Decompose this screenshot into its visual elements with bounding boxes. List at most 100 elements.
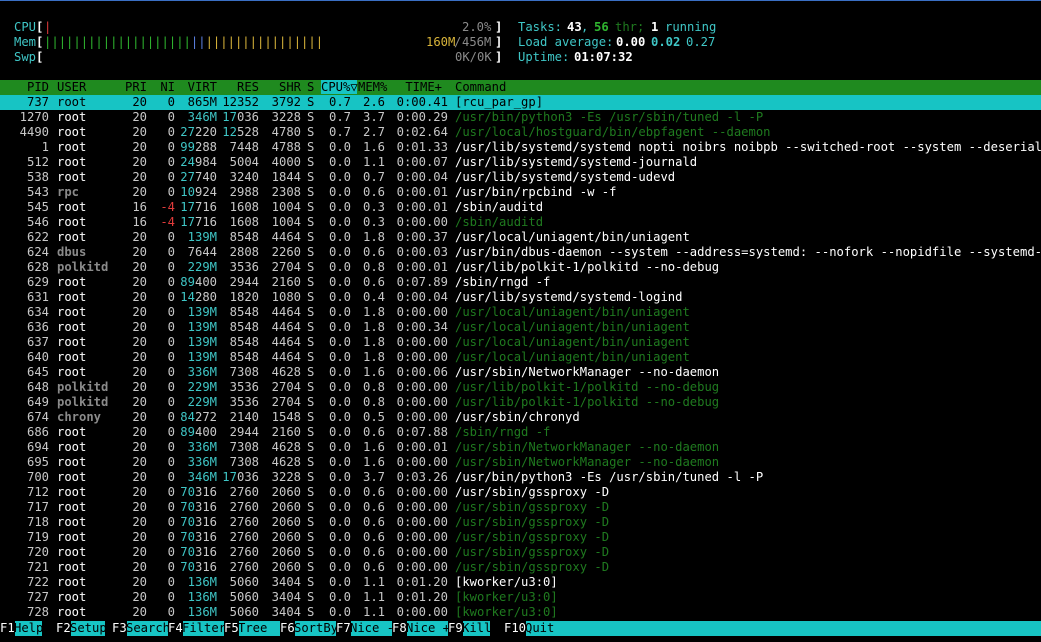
cell-virt: 99288	[180, 140, 217, 154]
cell-command: /usr/lib/polkit-1/polkitd --no-debug	[455, 380, 720, 394]
process-row[interactable]: 719 root 20 0 70316 2760 2060 S 0.0 0.6 0:00.00/us…	[0, 530, 1041, 545]
cell-res: 12352	[222, 95, 259, 109]
cell-shr: 4780	[271, 125, 301, 139]
cell-command: /usr/sbin/NetworkManager --no-daemon	[455, 455, 720, 469]
cell-ni: 0	[167, 380, 175, 394]
process-row[interactable]: 674 chrony 20 0 84272 2140 1548 S 0.0 0.5 0:00.00 /…	[0, 410, 1041, 425]
cell-pri: 20	[132, 185, 147, 199]
cell-ni: 0	[167, 545, 175, 559]
process-row[interactable]: 721 root 20 0 70316 2760 2060 S 0.0 0.6 0:00.00/us…	[0, 560, 1041, 575]
process-row[interactable]: 645 root 20 0 336M 7308 4628 S 0.0 1.6 0:00.06/usr…	[0, 365, 1041, 380]
fkey-tree-key[interactable]: F5	[224, 621, 239, 636]
fkey-tree-label[interactable]: Tree	[238, 621, 280, 636]
process-row[interactable]: 629 root 20 0 89400 2944 2160 S 0.0 0.6 0:07.89/sb…	[0, 275, 1041, 290]
col-state[interactable]: S	[307, 80, 314, 94]
cell-pid: 700	[26, 470, 49, 484]
cell-user: root	[57, 515, 87, 529]
process-row[interactable]: 631 root 20 0 14280 1820 1080 S 0.0 0.4 0:00.04/us…	[0, 290, 1041, 305]
cell-mem: 0.6	[362, 245, 385, 259]
fkey-setup-label[interactable]: Setup	[70, 621, 107, 636]
process-row[interactable]: 4490 root 20 0 27220 12528 4780 S 0.7 2.7 0:02.64 /…	[0, 125, 1041, 140]
cell-res: 3240	[229, 170, 259, 184]
fkey-nice-key[interactable]: F7	[336, 621, 351, 636]
fkey-nice-label[interactable]: Nice +	[406, 621, 450, 636]
process-row[interactable]: 634 root 20 0 139M 8548 4464 S 0.0 1.8 0:00.00/usr…	[0, 305, 1041, 320]
process-row[interactable]: 695 root 20 0 336M 7308 4628 S 0.0 1.6 0:00.00/usr…	[0, 455, 1041, 470]
cell-pri: 20	[132, 440, 147, 454]
cell-time: 0:00.00	[396, 545, 448, 559]
cell-shr: 4628	[271, 365, 301, 379]
col-ni[interactable]: NI	[150, 80, 175, 94]
fkey-sortby-label[interactable]: SortBy	[294, 621, 338, 636]
fkey-filter-label[interactable]: Filter	[182, 621, 226, 636]
cell-shr: 4464	[271, 230, 301, 244]
col-cpu-sorted[interactable]: CPU%▽	[321, 80, 358, 94]
process-row[interactable]: 545 root 16 -4 17716 1608 1004 S 0.0 0.3 0:00.01/s…	[0, 200, 1041, 215]
process-row[interactable]: 717 root 20 0 70316 2760 2060 S 0.0 0.6 0:00.00/us…	[0, 500, 1041, 515]
process-row-selected[interactable]: 737 root 20 0 865M 12352 3792 S 0.7 2.6 0:00.41 [rc…	[0, 95, 1041, 110]
process-row[interactable]: 546 root 16 -4 17716 1608 1004 S 0.0 0.3 0:00.00/s…	[0, 215, 1041, 230]
process-row[interactable]: 686 root 20 0 89400 2944 2160 S 0.0 0.6 0:07.88/sb…	[0, 425, 1041, 440]
cell-command: /usr/bin/rpcbind -w -f	[455, 185, 617, 199]
col-shr[interactable]: SHR	[264, 80, 301, 94]
process-row[interactable]: 622 root 20 0 139M 8548 4464 S 0.0 1.8 0:00.37/usr…	[0, 230, 1041, 245]
cell-shr: 2160	[271, 275, 301, 289]
cell-time: 0:00.01	[396, 185, 448, 199]
process-row[interactable]: 727 root 20 0 136M 5060 3404 S 0.0 1.1 0:01.20 [kwo…	[0, 590, 1041, 605]
col-virt[interactable]: VIRT	[180, 80, 217, 94]
process-row[interactable]: 649 polkitd 20 0 229M 3536 2704 S 0.0 0.8 0:00.00/…	[0, 395, 1041, 410]
fkey-help-key[interactable]: F1	[0, 621, 15, 636]
cell-ni: 0	[167, 425, 175, 439]
fkey-nice-label[interactable]: Nice -	[350, 621, 394, 636]
process-row[interactable]: 637 root 20 0 139M 8548 4464 S 0.0 1.8 0:00.00/usr…	[0, 335, 1041, 350]
process-row[interactable]: 694 root 20 0 336M 7308 4628 S 0.0 1.6 0:00.01/usr…	[0, 440, 1041, 455]
cell-user: root	[57, 455, 87, 469]
process-row[interactable]: 648 polkitd 20 0 229M 3536 2704 S 0.0 0.8 0:00.00/…	[0, 380, 1041, 395]
cell-s: S	[307, 575, 315, 589]
process-row[interactable]: 636 root 20 0 139M 8548 4464 S 0.0 1.8 0:00.34/usr…	[0, 320, 1041, 335]
process-row[interactable]: 512 root 20 0 24984 5004 4000 S 0.0 1.1 0:00.07/us…	[0, 155, 1041, 170]
process-row[interactable]: 700 root 20 0 346M 17036 3228 S 0.0 3.7 0:03.26/us…	[0, 470, 1041, 485]
col-mem[interactable]: MEM%	[358, 80, 387, 94]
process-row[interactable]: 543 rpc 20 0 10924 2988 2308 S 0.0 0.6 0:00.01/usr…	[0, 185, 1041, 200]
fkey-filter-key[interactable]: F4	[168, 621, 183, 636]
col-pid[interactable]: PID	[0, 80, 49, 94]
cpu-meter-label: CPU	[14, 20, 37, 34]
cell-cpu: 0.0	[328, 275, 351, 289]
cell-res: 1820	[229, 290, 259, 304]
col-user[interactable]: USER	[57, 80, 86, 94]
cell-pri: 20	[132, 350, 147, 364]
fkey-search-label[interactable]: Search	[126, 621, 170, 636]
cell-user: root	[57, 170, 87, 184]
fkey-setup-key[interactable]: F2	[56, 621, 71, 636]
cell-virt: 136M	[187, 590, 217, 604]
process-row[interactable]: 640 root 20 0 139M 8548 4464 S 0.0 1.8 0:00.00/usr…	[0, 350, 1041, 365]
cell-shr: 3404	[271, 590, 301, 604]
process-row[interactable]: 628 polkitd 20 0 229M 3536 2704 S 0.0 0.8 0:00.01/…	[0, 260, 1041, 275]
col-pri[interactable]: PRI	[100, 80, 147, 94]
cell-s: S	[307, 200, 315, 214]
process-row[interactable]: 712 root 20 0 70316 2760 2060 S 0.0 0.6 0:00.00/us…	[0, 485, 1041, 500]
process-row[interactable]: 1 root 20 0 99288 7448 4788 S 0.0 1.6 0:01.33/usr/…	[0, 140, 1041, 155]
col-command[interactable]: Command	[455, 80, 506, 94]
cell-user: root	[57, 485, 87, 499]
process-row[interactable]: 722 root 20 0 136M 5060 3404 S 0.0 1.1 0:01.20 [kwo…	[0, 575, 1041, 590]
col-res[interactable]: RES	[222, 80, 259, 94]
cell-user: root	[57, 440, 87, 454]
fkey-kill-key[interactable]: F9	[448, 621, 463, 636]
fkey-sortby-key[interactable]: F6	[280, 621, 295, 636]
fkey-quit-label[interactable]: Quit	[525, 621, 1041, 636]
fkey-search-key[interactable]: F3	[112, 621, 127, 636]
process-row[interactable]: 538 root 20 0 27740 3240 1844 S 0.0 0.7 0:00.04/us…	[0, 170, 1041, 185]
process-row[interactable]: 624 dbus 20 0 7644 2808 2260 S 0.0 0.6 0:00.03/usr…	[0, 245, 1041, 260]
process-row[interactable]: 728 root 20 0 136M 5060 3404 S 0.0 1.1 0:00.00 [kwo…	[0, 605, 1041, 620]
process-row[interactable]: 718 root 20 0 70316 2760 2060 S 0.0 0.6 0:00.00/us…	[0, 515, 1041, 530]
fkey-kill-label[interactable]: Kill	[462, 621, 491, 636]
cell-pid: 686	[26, 425, 49, 439]
process-row[interactable]: 720 root 20 0 70316 2760 2060 S 0.0 0.6 0:00.00/us…	[0, 545, 1041, 560]
fkey-quit-key[interactable]: F10	[504, 621, 527, 636]
process-row[interactable]: 1270 root 20 0 346M 17036 3228 S 0.7 3.7 0:00.29/u…	[0, 110, 1041, 125]
col-time[interactable]: TIME+	[392, 80, 442, 94]
fkey-nice-key[interactable]: F8	[392, 621, 407, 636]
fkey-help-label[interactable]: Help	[14, 621, 43, 636]
